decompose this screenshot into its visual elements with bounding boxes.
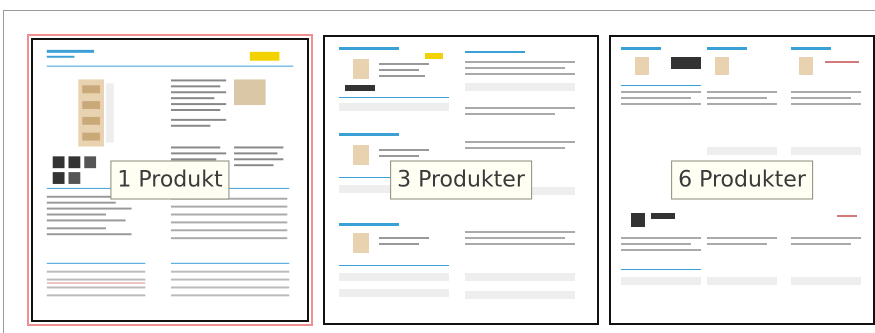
page-preview-frame: 3 Produkter — [323, 35, 599, 325]
layout-option-6-produkter[interactable]: 6 Produkter — [609, 35, 875, 325]
layout-option-1-produkt[interactable]: 1 Produkt — [27, 34, 313, 326]
layout-option-3-produkter[interactable]: 3 Produkter — [323, 35, 599, 325]
option-label: 1 Produkt — [110, 160, 230, 200]
layout-options-panel: 1 Produkt 3 Produkter 6 Produkter — [3, 10, 875, 333]
page-preview-frame: 6 Produkter — [609, 35, 875, 325]
option-label: 3 Produkter — [390, 160, 532, 200]
page-preview-frame: 1 Produkt — [31, 38, 309, 322]
option-label: 6 Produkter — [671, 160, 813, 200]
